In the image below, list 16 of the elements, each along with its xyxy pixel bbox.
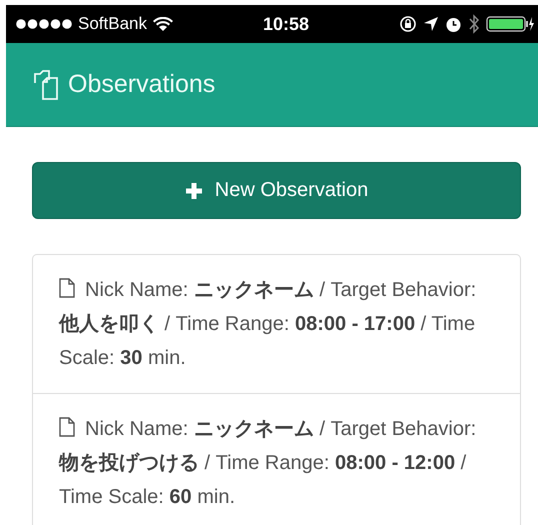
new-observation-button[interactable]: New Observation	[32, 162, 521, 219]
observation-text[interactable]: Nick Name: ニックネーム / Target Behavior: 物を投げつける / Time Range: 08:00 - 12:00 / Time Scale: 60 min.	[59, 412, 494, 514]
document-icon	[59, 417, 75, 437]
battery-icon	[486, 15, 534, 33]
clock-time: 10:58	[262, 14, 310, 34]
observation-text[interactable]: Nick Name: ニックネーム / Target Behavior: 他人を叩く / Time Range: 08:00 - 17:00 / Time Scale: 30 min.	[59, 273, 494, 375]
rotation-lock-icon	[398, 15, 417, 33]
bluetooth-icon	[468, 14, 480, 34]
plus-icon	[184, 182, 203, 200]
location-icon	[422, 16, 439, 32]
document-icon	[59, 278, 75, 298]
alarm-icon	[444, 16, 462, 32]
wifi-icon	[153, 17, 173, 31]
signal-icon	[16, 19, 72, 29]
page-title: Observations	[68, 70, 216, 99]
carrier-name: SoftBank	[78, 14, 147, 34]
